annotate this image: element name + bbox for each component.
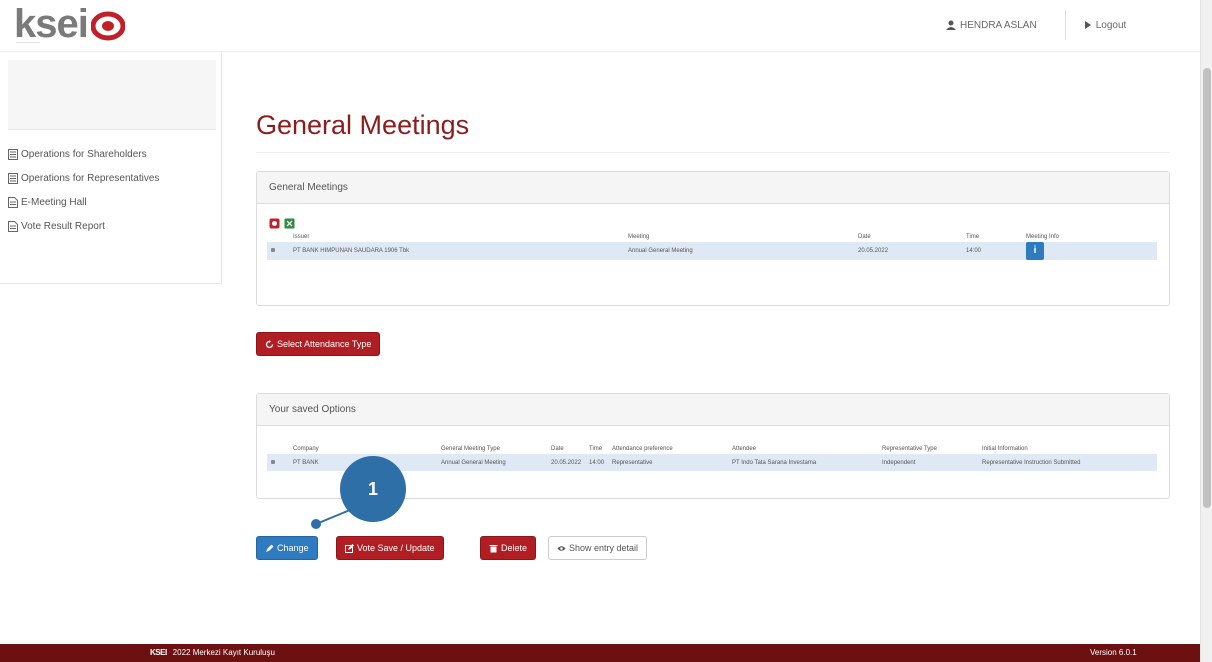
list-icon bbox=[8, 172, 18, 184]
list-icon bbox=[8, 148, 18, 160]
eye-icon bbox=[557, 545, 566, 551]
column-header: Company bbox=[293, 446, 319, 452]
footer-copyright: KSEI 2022 Merkezi Kayıt Kuruluşu bbox=[150, 648, 275, 657]
logo-mark-icon bbox=[90, 11, 125, 41]
rep-type-cell: Independent bbox=[882, 459, 916, 466]
sidebar: Operations for Shareholders Operations f… bbox=[0, 52, 222, 284]
saved-options-table: Company General Meeting Type Date Time A… bbox=[267, 444, 1157, 471]
step-callout-badge: 1 bbox=[340, 456, 406, 522]
meeting-type-cell: Annual General Meeting bbox=[441, 459, 506, 466]
info-cell: Representative Instruction Submitted bbox=[982, 459, 1081, 466]
sidebar-item-operations-shareholders[interactable]: Operations for Shareholders bbox=[8, 142, 159, 166]
time-cell: 14:00 bbox=[589, 459, 605, 466]
column-header: General Meeting Type bbox=[441, 446, 500, 452]
general-meetings-panel: General Meetings Issuer Meeting Date Tim… bbox=[256, 171, 1170, 306]
sidebar-item-e-meeting-hall[interactable]: E-Meeting Hall bbox=[8, 190, 159, 214]
meeting-info-button[interactable]: i bbox=[1026, 242, 1044, 260]
column-header: Initial Information bbox=[982, 446, 1028, 452]
column-header: Time bbox=[966, 234, 980, 240]
pdf-export-icon[interactable] bbox=[269, 218, 280, 229]
select-attendance-type-button[interactable]: Select Attendance Type bbox=[256, 332, 381, 356]
logo-text: ksei bbox=[14, 2, 89, 46]
scrollbar-thumb[interactable] bbox=[1203, 68, 1211, 508]
meetings-table: Issuer Meeting Date Time Meeting Info PT… bbox=[267, 232, 1157, 260]
column-header: Time bbox=[589, 446, 603, 452]
button-label: Vote Save / Update bbox=[357, 543, 435, 553]
panel-heading: General Meetings bbox=[257, 172, 1169, 204]
vote-save-update-button[interactable]: Vote Save / Update bbox=[336, 536, 444, 560]
trash-icon bbox=[489, 544, 498, 552]
row-select-icon[interactable] bbox=[271, 248, 275, 252]
document-icon bbox=[8, 196, 18, 208]
sidebar-item-label: E-Meeting Hall bbox=[21, 196, 87, 208]
page-title: General Meetings bbox=[256, 110, 470, 140]
column-header: Representative Type bbox=[882, 446, 937, 452]
button-label: Delete bbox=[501, 543, 528, 553]
copyright-text: 2022 Merkezi Kayıt Kuruluşu bbox=[172, 648, 275, 657]
edit-icon bbox=[345, 543, 354, 553]
header-divider bbox=[1064, 10, 1066, 40]
time-cell: 14:00 bbox=[966, 248, 982, 254]
column-header: Attendance preference bbox=[612, 446, 673, 452]
column-header: Meeting bbox=[628, 234, 650, 240]
logout-icon bbox=[1084, 21, 1091, 29]
meeting-cell: Annual General Meeting bbox=[628, 248, 693, 254]
column-header: Date bbox=[858, 234, 871, 240]
attendee-cell: PT Indo Tata Sarana Investama bbox=[732, 459, 817, 466]
sidebar-nav: Operations for Shareholders Operations f… bbox=[8, 142, 159, 238]
sidebar-item-label: Operations for Representatives bbox=[21, 172, 160, 184]
ksei-logo[interactable]: ksei bbox=[14, 4, 125, 44]
column-header: Date bbox=[551, 446, 564, 452]
column-header: Issuer bbox=[293, 234, 310, 240]
button-label: Show entry detail bbox=[569, 543, 639, 553]
pencil-icon bbox=[266, 544, 274, 552]
date-cell: 20.05.2022 bbox=[858, 248, 889, 254]
top-bar: ksei —————— HENDRA ASLAN Logout bbox=[0, 0, 1200, 52]
column-header: Attendee bbox=[732, 446, 757, 452]
table-header-row: Issuer Meeting Date Time Meeting Info bbox=[267, 232, 1157, 242]
footer-logo: KSEI bbox=[150, 648, 167, 657]
issuer-cell: PT BANK HIMPUNAN SAUDARA 1906 Tbk bbox=[293, 248, 410, 254]
table-row[interactable]: PT BANK HIMPUNAN SAUDARA 1906 Tbk Annual… bbox=[267, 242, 1157, 260]
table-header-row: Company General Meeting Type Date Time A… bbox=[267, 444, 1157, 454]
change-button[interactable]: Change bbox=[256, 536, 318, 560]
page-scrollbar[interactable] bbox=[1200, 0, 1212, 662]
excel-export-icon[interactable] bbox=[284, 218, 295, 229]
table-row[interactable]: PT BANK Annual General Meeting 20.05.202… bbox=[267, 454, 1157, 471]
delete-button[interactable]: Delete bbox=[480, 536, 537, 560]
sidebar-item-label: Operations for Shareholders bbox=[21, 148, 147, 160]
button-label: Change bbox=[277, 543, 309, 553]
panel-heading: Your saved Options bbox=[257, 394, 1169, 426]
user-area: HENDRA ASLAN Logout bbox=[946, 10, 1127, 40]
export-toolbar bbox=[269, 218, 295, 229]
title-divider bbox=[256, 152, 1170, 153]
sidebar-item-operations-representatives[interactable]: Operations for Representatives bbox=[8, 166, 159, 190]
logout-link[interactable]: Logout bbox=[1096, 20, 1127, 31]
show-entry-detail-button[interactable]: Show entry detail bbox=[548, 536, 648, 560]
sidebar-banner bbox=[8, 60, 216, 130]
user-name[interactable]: HENDRA ASLAN bbox=[960, 20, 1037, 31]
sidebar-item-label: Vote Result Report bbox=[21, 220, 105, 232]
user-icon bbox=[946, 20, 956, 30]
refresh-icon bbox=[265, 339, 274, 348]
column-header: Meeting Info bbox=[1026, 234, 1060, 240]
preference-cell: Representative bbox=[612, 459, 653, 466]
logo-tagline: —————— bbox=[16, 39, 40, 44]
footer: KSEI 2022 Merkezi Kayıt Kuruluşu Version… bbox=[0, 644, 1200, 662]
document-icon bbox=[8, 220, 18, 232]
date-cell: 20.05.2022 bbox=[551, 459, 582, 466]
button-label: Select Attendance Type bbox=[277, 339, 372, 349]
sidebar-item-vote-result-report[interactable]: Vote Result Report bbox=[8, 214, 159, 238]
version-text: Version 6.0.1 bbox=[1090, 648, 1137, 657]
row-select-icon[interactable] bbox=[271, 459, 275, 464]
